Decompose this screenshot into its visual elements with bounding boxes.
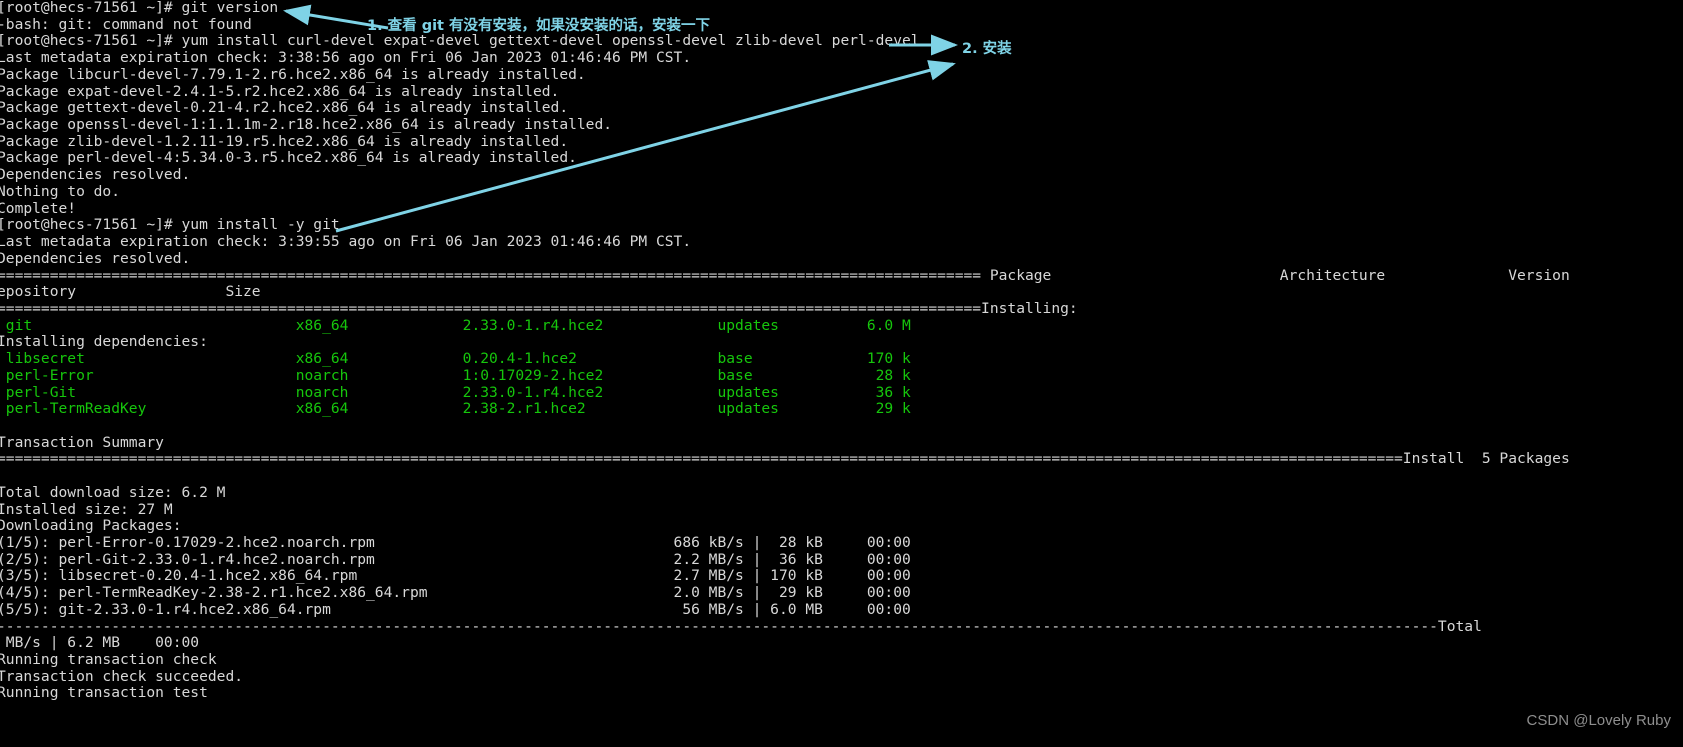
- terminal-line: Package expat-devel-2.4.1-5.r2.hce2.x86_…: [0, 82, 560, 100]
- terminal-line: Dependencies resolved.: [0, 249, 191, 267]
- terminal-line: [root@hecs-71561 ~]# yum install -y git: [0, 216, 340, 234]
- terminal-line: perl-TermReadKey x86_64 2.38-2.r1.hce2 u…: [0, 400, 911, 418]
- terminal-line: git x86_64 2.33.0-1.r4.hce2 updates 6.0 …: [0, 316, 911, 334]
- terminal-line: Package perl-devel-4:5.34.0-3.r5.hce2.x8…: [0, 149, 577, 167]
- terminal-line: ----------------------------------------…: [0, 617, 1482, 635]
- watermark: CSDN @Lovely Ruby: [1526, 712, 1671, 729]
- terminal-line: (5/5): git-2.33.0-1.r4.hce2.x86_64.rpm 5…: [0, 600, 911, 618]
- terminal-line: (2/5): perl-Git-2.33.0-1.r4.hce2.noarch.…: [0, 550, 911, 568]
- terminal-line: ========================================…: [0, 299, 1078, 317]
- terminal-line: perl-Git noarch 2.33.0-1.r4.hce2 updates…: [0, 383, 911, 401]
- terminal-line: Package openssl-devel-1:1.1.1m-2.r18.hce…: [0, 116, 613, 134]
- callout-label-1: 1. 查看 git 有没有安装，如果没安装的话，安装一下: [367, 18, 711, 34]
- terminal-line: Nothing to do.: [0, 182, 121, 200]
- terminal-line: [root@hecs-71561 ~]# yum install curl-de…: [0, 32, 920, 50]
- terminal-line: ========================================…: [0, 266, 1570, 284]
- terminal-line: Last metadata expiration check: 3:38:56 …: [0, 49, 692, 67]
- terminal-line: Transaction Summary: [0, 433, 164, 451]
- terminal-line: Last metadata expiration check: 3:39:55 …: [0, 233, 692, 251]
- terminal-line: (4/5): perl-TermReadKey-2.38-2.r1.hce2.x…: [0, 584, 911, 602]
- terminal-line: (3/5): libsecret-0.20.4-1.hce2.x86_64.rp…: [0, 567, 911, 585]
- terminal-line: Package zlib-devel-1.2.11-19.r5.hce2.x86…: [0, 132, 569, 150]
- terminal-line: Installed size: 27 M: [0, 500, 173, 518]
- terminal-line: Total download size: 6.2 M: [0, 483, 226, 501]
- terminal-line: Package gettext-devel-0.21-4.r2.hce2.x86…: [0, 99, 569, 117]
- terminal-line: Installing dependencies:: [0, 333, 208, 351]
- terminal-output: [root@hecs-71561 ~]# git version -bash: g…: [0, 0, 1683, 702]
- terminal-line: Running transaction test: [0, 684, 208, 702]
- terminal-line: [root@hecs-71561 ~]# git version: [0, 0, 279, 16]
- terminal-line: Package libcurl-devel-7.79.1-2.r6.hce2.x…: [0, 65, 586, 83]
- terminal-line: Downloading Packages:: [0, 517, 182, 535]
- terminal-line: Transaction check succeeded.: [0, 667, 244, 685]
- callout-label-2: 2. 安装: [962, 41, 1012, 57]
- terminal-line: epository Size: [0, 283, 261, 301]
- terminal-window[interactable]: [root@hecs-71561 ~]# git version -bash: g…: [0, 0, 1683, 747]
- terminal-line: ========================================…: [0, 450, 1570, 468]
- terminal-line: -bash: git: command not found: [0, 15, 252, 33]
- terminal-line: libsecret x86_64 0.20.4-1.hce2 base 170 …: [0, 350, 911, 368]
- terminal-line: Running transaction check: [0, 651, 217, 669]
- terminal-line: MB/s | 6.2 MB 00:00: [0, 634, 200, 652]
- terminal-line: Complete!: [0, 199, 77, 217]
- terminal-line: (1/5): perl-Error-0.17029-2.hce2.noarch.…: [0, 534, 911, 551]
- terminal-line: perl-Error noarch 1:0.17029-2.hce2 base …: [0, 366, 911, 384]
- terminal-line: Dependencies resolved.: [0, 166, 191, 184]
